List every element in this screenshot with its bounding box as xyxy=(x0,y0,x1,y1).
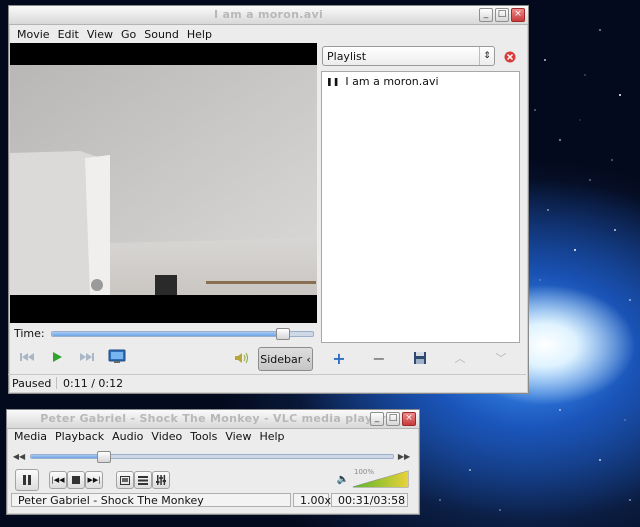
vlc-titlebar[interactable]: Peter Gabriel - Shock The Monkey - VLC m… xyxy=(7,410,419,429)
vlc-fullscreen-button[interactable] xyxy=(116,471,134,489)
previous-button[interactable] xyxy=(18,349,36,365)
video-display[interactable] xyxy=(10,43,317,323)
menu-edit[interactable]: Edit xyxy=(54,28,83,41)
vlc-slower-button[interactable]: ◀◀ xyxy=(13,451,25,461)
updown-arrow-icon: ⇕ xyxy=(479,47,494,65)
fullscreen-icon xyxy=(120,475,130,485)
sidebar-button-label: Sidebar xyxy=(260,352,303,366)
vlc-menubar: Media Playback Audio Video Tools View He… xyxy=(10,430,289,443)
rewind-icon: ◀◀ xyxy=(12,451,26,461)
pause-icon xyxy=(23,475,31,485)
chevron-up-icon: ︿ xyxy=(454,352,466,365)
fast-forward-icon: ▶▶ xyxy=(397,451,411,461)
vlc-menu-help[interactable]: Help xyxy=(255,430,288,443)
vlc-speaker-icon: 🔈 xyxy=(336,473,350,485)
monitor-icon xyxy=(108,349,126,363)
chevron-left-icon: ‹ xyxy=(306,352,311,366)
playlist-item[interactable]: ❚❚ I am a moron.avi xyxy=(322,72,519,91)
menu-help[interactable]: Help xyxy=(183,28,216,41)
save-icon xyxy=(414,352,426,364)
vlc-menu-playback[interactable]: Playback xyxy=(51,430,108,443)
seek-slider[interactable] xyxy=(50,327,314,340)
vlc-extended-settings-button[interactable] xyxy=(152,471,170,489)
minimize-button[interactable]: _ xyxy=(479,8,493,22)
vlc-menu-video[interactable]: Video xyxy=(147,430,186,443)
seek-slider-fill xyxy=(51,331,282,336)
vlc-seek-slider[interactable] xyxy=(30,451,394,463)
vlc-faster-button[interactable]: ▶▶ xyxy=(398,451,410,461)
playlist-move-up-button[interactable]: ︿ xyxy=(447,348,473,368)
vlc-status-speed[interactable]: 1.00x xyxy=(293,493,331,507)
vlc-next-button[interactable]: ▶▶| xyxy=(85,471,103,489)
vlc-status-time: 00:31/03:58 xyxy=(331,493,408,507)
menu-movie[interactable]: Movie xyxy=(13,28,54,41)
maximize-button[interactable]: □ xyxy=(495,8,509,22)
vlc-menu-media[interactable]: Media xyxy=(10,430,51,443)
vlc-maximize-button[interactable]: □ xyxy=(386,412,400,426)
skip-forward-icon xyxy=(80,353,94,361)
playlist-list[interactable]: ❚❚ I am a moron.avi xyxy=(321,71,520,343)
time-row: Time: xyxy=(14,327,314,340)
status-state: Paused xyxy=(12,376,52,390)
playlist-item-title: I am a moron.avi xyxy=(345,75,439,88)
stop-icon xyxy=(72,476,80,484)
vlc-status-track: Peter Gabriel - Shock The Monkey xyxy=(11,493,291,507)
sidebar-panel-select[interactable]: Playlist ⇕ xyxy=(322,46,495,66)
previous-icon: |◀◀ xyxy=(51,476,65,484)
playlist-remove-button[interactable]: − xyxy=(366,348,392,368)
play-icon xyxy=(53,352,62,362)
main-menubar: Movie Edit View Go Sound Help xyxy=(9,25,528,43)
sidebar-select-value: Playlist xyxy=(327,49,367,63)
vlc-seek-handle[interactable] xyxy=(97,451,112,463)
vlc-mute-button[interactable]: 🔈 xyxy=(336,472,350,486)
vlc-window-title: Peter Gabriel - Shock The Monkey - VLC m… xyxy=(40,412,386,425)
vlc-menu-audio[interactable]: Audio xyxy=(108,430,147,443)
playlist-add-button[interactable]: + xyxy=(326,348,352,368)
video-frame-image xyxy=(10,43,317,323)
vlc-minimize-button[interactable]: _ xyxy=(370,412,384,426)
main-titlebar[interactable]: I am a moron.avi _ □ × xyxy=(9,6,528,25)
pause-indicator-icon: ❚❚ xyxy=(326,77,340,86)
chevron-down-icon: ﹀ xyxy=(495,352,507,365)
vlc-previous-button[interactable]: |◀◀ xyxy=(49,471,67,489)
minus-icon: − xyxy=(372,348,386,368)
close-circle-icon xyxy=(504,51,516,63)
volume-button[interactable] xyxy=(233,350,251,366)
menu-go[interactable]: Go xyxy=(117,28,140,41)
vlc-playlist-button[interactable] xyxy=(134,471,152,489)
play-button[interactable] xyxy=(48,349,66,365)
sidebar-toggle-button[interactable]: Sidebar ‹ xyxy=(258,347,313,371)
fullscreen-button[interactable] xyxy=(107,348,127,366)
next-button[interactable] xyxy=(78,349,96,365)
status-time: 0:11 / 0:12 xyxy=(63,376,124,390)
skip-back-icon xyxy=(20,353,34,361)
close-button[interactable]: × xyxy=(511,8,525,22)
vlc-volume-slider[interactable] xyxy=(352,470,410,488)
plus-icon: + xyxy=(332,348,346,368)
vlc-menu-view[interactable]: View xyxy=(221,430,255,443)
equalizer-icon xyxy=(156,475,166,485)
next-icon: ▶▶| xyxy=(87,476,101,484)
vlc-menu-tools[interactable]: Tools xyxy=(186,430,221,443)
close-sidebar-button[interactable] xyxy=(503,50,517,64)
vlc-close-button[interactable]: × xyxy=(402,412,416,426)
vlc-stop-button[interactable] xyxy=(67,471,85,489)
menu-view[interactable]: View xyxy=(83,28,117,41)
menu-sound[interactable]: Sound xyxy=(140,28,183,41)
main-window-title: I am a moron.avi xyxy=(213,8,324,21)
seek-slider-handle[interactable] xyxy=(275,327,290,340)
playlist-move-down-button[interactable]: ﹀ xyxy=(488,348,514,368)
playlist-icon xyxy=(138,475,148,485)
playlist-save-button[interactable] xyxy=(407,348,433,368)
time-label: Time: xyxy=(14,327,45,340)
speaker-icon xyxy=(235,352,248,364)
main-statusbar: Paused 0:11 / 0:12 xyxy=(8,374,526,391)
vlc-seek-fill xyxy=(31,455,104,458)
status-separator xyxy=(56,377,57,389)
vlc-statusbar: Peter Gabriel - Shock The Monkey 1.00x 0… xyxy=(11,493,410,508)
vlc-pause-button[interactable] xyxy=(15,469,39,491)
